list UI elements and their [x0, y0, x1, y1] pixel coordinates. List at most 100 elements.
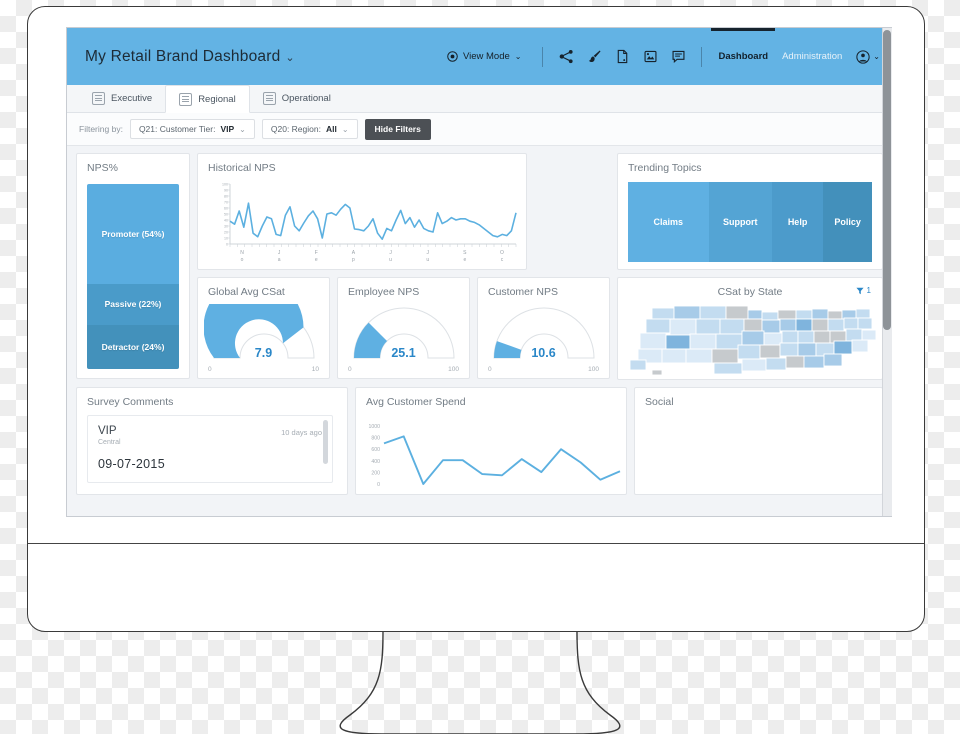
- topic-policy[interactable]: Policy: [823, 182, 872, 262]
- nav-dashboard[interactable]: Dashboard: [711, 28, 775, 85]
- employee-nps-max: 100: [448, 366, 459, 373]
- map-state[interactable]: [765, 357, 787, 371]
- map-state[interactable]: [813, 330, 831, 344]
- map-state[interactable]: [685, 348, 713, 364]
- map-state[interactable]: [651, 307, 675, 320]
- us-choropleth-map[interactable]: [618, 300, 882, 376]
- filter-region[interactable]: Q20: Region: All ⌄: [261, 119, 358, 139]
- dashboard-scrollbar-track[interactable]: [882, 28, 892, 516]
- map-state[interactable]: [725, 305, 749, 320]
- map-state[interactable]: [761, 319, 781, 334]
- map-state[interactable]: [811, 308, 829, 320]
- map-state[interactable]: [665, 334, 691, 350]
- paintbrush-icon[interactable]: [583, 46, 605, 68]
- svg-text:J: J: [426, 250, 429, 256]
- map-state[interactable]: [699, 305, 727, 320]
- global-csat-gauge[interactable]: 7.9: [204, 304, 323, 362]
- map-filter-badge[interactable]: 1: [855, 286, 871, 295]
- svg-text:600: 600: [371, 447, 380, 453]
- page-icon[interactable]: [611, 46, 633, 68]
- map-state[interactable]: [811, 318, 829, 332]
- map-state[interactable]: [747, 309, 763, 320]
- card-global-avg-csat-title: Global Avg CSat: [208, 286, 285, 298]
- map-state[interactable]: [845, 328, 863, 342]
- topic-support[interactable]: Support: [708, 182, 772, 262]
- svg-text:u: u: [389, 257, 392, 263]
- map-state[interactable]: [861, 329, 877, 341]
- dashboard-title[interactable]: My Retail Brand Dashboard ⌄: [85, 48, 295, 66]
- nps-stacked-bar[interactable]: Promoter (54%) Passive (22%) Detractor (…: [87, 184, 179, 369]
- map-state[interactable]: [669, 318, 697, 336]
- hide-filters-button[interactable]: Hide Filters: [364, 118, 431, 140]
- comment-scrollbar[interactable]: [323, 420, 328, 464]
- tab-operational[interactable]: Operational: [250, 84, 344, 112]
- map-state[interactable]: [781, 330, 799, 344]
- map-state[interactable]: [823, 353, 843, 367]
- image-icon[interactable]: [639, 46, 661, 68]
- map-state[interactable]: [759, 344, 781, 359]
- map-state[interactable]: [795, 318, 813, 332]
- dashboard-title-caret-icon[interactable]: ⌄: [285, 52, 294, 64]
- global-csat-value: 7.9: [254, 346, 273, 360]
- map-state[interactable]: [629, 359, 647, 371]
- map-state[interactable]: [855, 308, 871, 319]
- user-menu[interactable]: ⌄: [856, 49, 880, 64]
- map-state[interactable]: [711, 348, 739, 364]
- employee-nps-gauge[interactable]: 25.1: [344, 304, 463, 362]
- map-state[interactable]: [741, 330, 765, 346]
- map-state[interactable]: [785, 355, 805, 369]
- map-state[interactable]: [743, 318, 763, 332]
- filter-customer-tier[interactable]: Q21: Customer Tier: VIP ⌄: [129, 119, 255, 139]
- svg-text:0: 0: [226, 243, 228, 247]
- topic-claims[interactable]: Claims: [628, 182, 709, 262]
- map-state[interactable]: [795, 309, 813, 320]
- avg-spend-linechart[interactable]: 1000 800 600 400 200 0: [356, 412, 626, 494]
- map-state[interactable]: [661, 348, 687, 364]
- svg-text:80: 80: [224, 195, 228, 199]
- card-survey-comments-title: Survey Comments: [87, 396, 174, 408]
- nav-administration[interactable]: Administration: [775, 28, 849, 85]
- map-state[interactable]: [797, 342, 817, 357]
- map-state[interactable]: [761, 311, 779, 321]
- tab-executive[interactable]: Executive: [79, 84, 165, 112]
- tab-regional[interactable]: Regional: [165, 85, 250, 113]
- topic-help[interactable]: Help: [771, 182, 824, 262]
- map-state[interactable]: [719, 318, 745, 335]
- map-state[interactable]: [827, 318, 845, 332]
- dashboard-screen: My Retail Brand Dashboard ⌄ View Mode ⌄: [66, 27, 892, 517]
- comment-item[interactable]: VIP 10 days ago Central 09-07-2015: [87, 415, 333, 483]
- map-state[interactable]: [833, 340, 853, 355]
- map-state[interactable]: [645, 318, 671, 334]
- map-state[interactable]: [777, 309, 797, 320]
- view-mode-button[interactable]: View Mode ⌄: [447, 51, 534, 62]
- map-state[interactable]: [779, 342, 799, 357]
- trending-topics-treemap[interactable]: Claims Support Help Policy: [628, 182, 872, 262]
- map-state[interactable]: [737, 344, 761, 360]
- map-state[interactable]: [639, 332, 667, 350]
- map-state[interactable]: [827, 310, 843, 320]
- map-state[interactable]: [651, 369, 663, 376]
- nps-segment-detractor[interactable]: Detractor (24%): [87, 324, 179, 369]
- share-icon[interactable]: [555, 46, 577, 68]
- map-state[interactable]: [851, 339, 869, 353]
- map-state[interactable]: [857, 317, 873, 330]
- map-state[interactable]: [673, 305, 701, 320]
- map-state[interactable]: [741, 358, 767, 372]
- dashboard-scrollbar-thumb[interactable]: [883, 30, 891, 330]
- svg-text:O: O: [500, 250, 504, 256]
- customer-nps-gauge[interactable]: 10.6: [484, 304, 603, 362]
- map-state[interactable]: [713, 362, 743, 375]
- card-social-title: Social: [645, 396, 674, 408]
- map-state[interactable]: [803, 355, 825, 369]
- nps-segment-promoter[interactable]: Promoter (54%): [87, 184, 179, 284]
- historical-nps-linechart[interactable]: 1009080706050403020100 NoJaFeApJuJuSeOc: [198, 178, 526, 266]
- comment-icon[interactable]: [667, 46, 689, 68]
- map-state[interactable]: [797, 330, 815, 344]
- map-state[interactable]: [763, 332, 783, 346]
- tab-regional-label: Regional: [198, 93, 236, 105]
- map-state[interactable]: [779, 318, 797, 332]
- nps-segment-passive[interactable]: Passive (22%): [87, 283, 179, 325]
- map-state[interactable]: [689, 333, 717, 350]
- map-state[interactable]: [695, 318, 721, 336]
- map-state[interactable]: [843, 317, 859, 330]
